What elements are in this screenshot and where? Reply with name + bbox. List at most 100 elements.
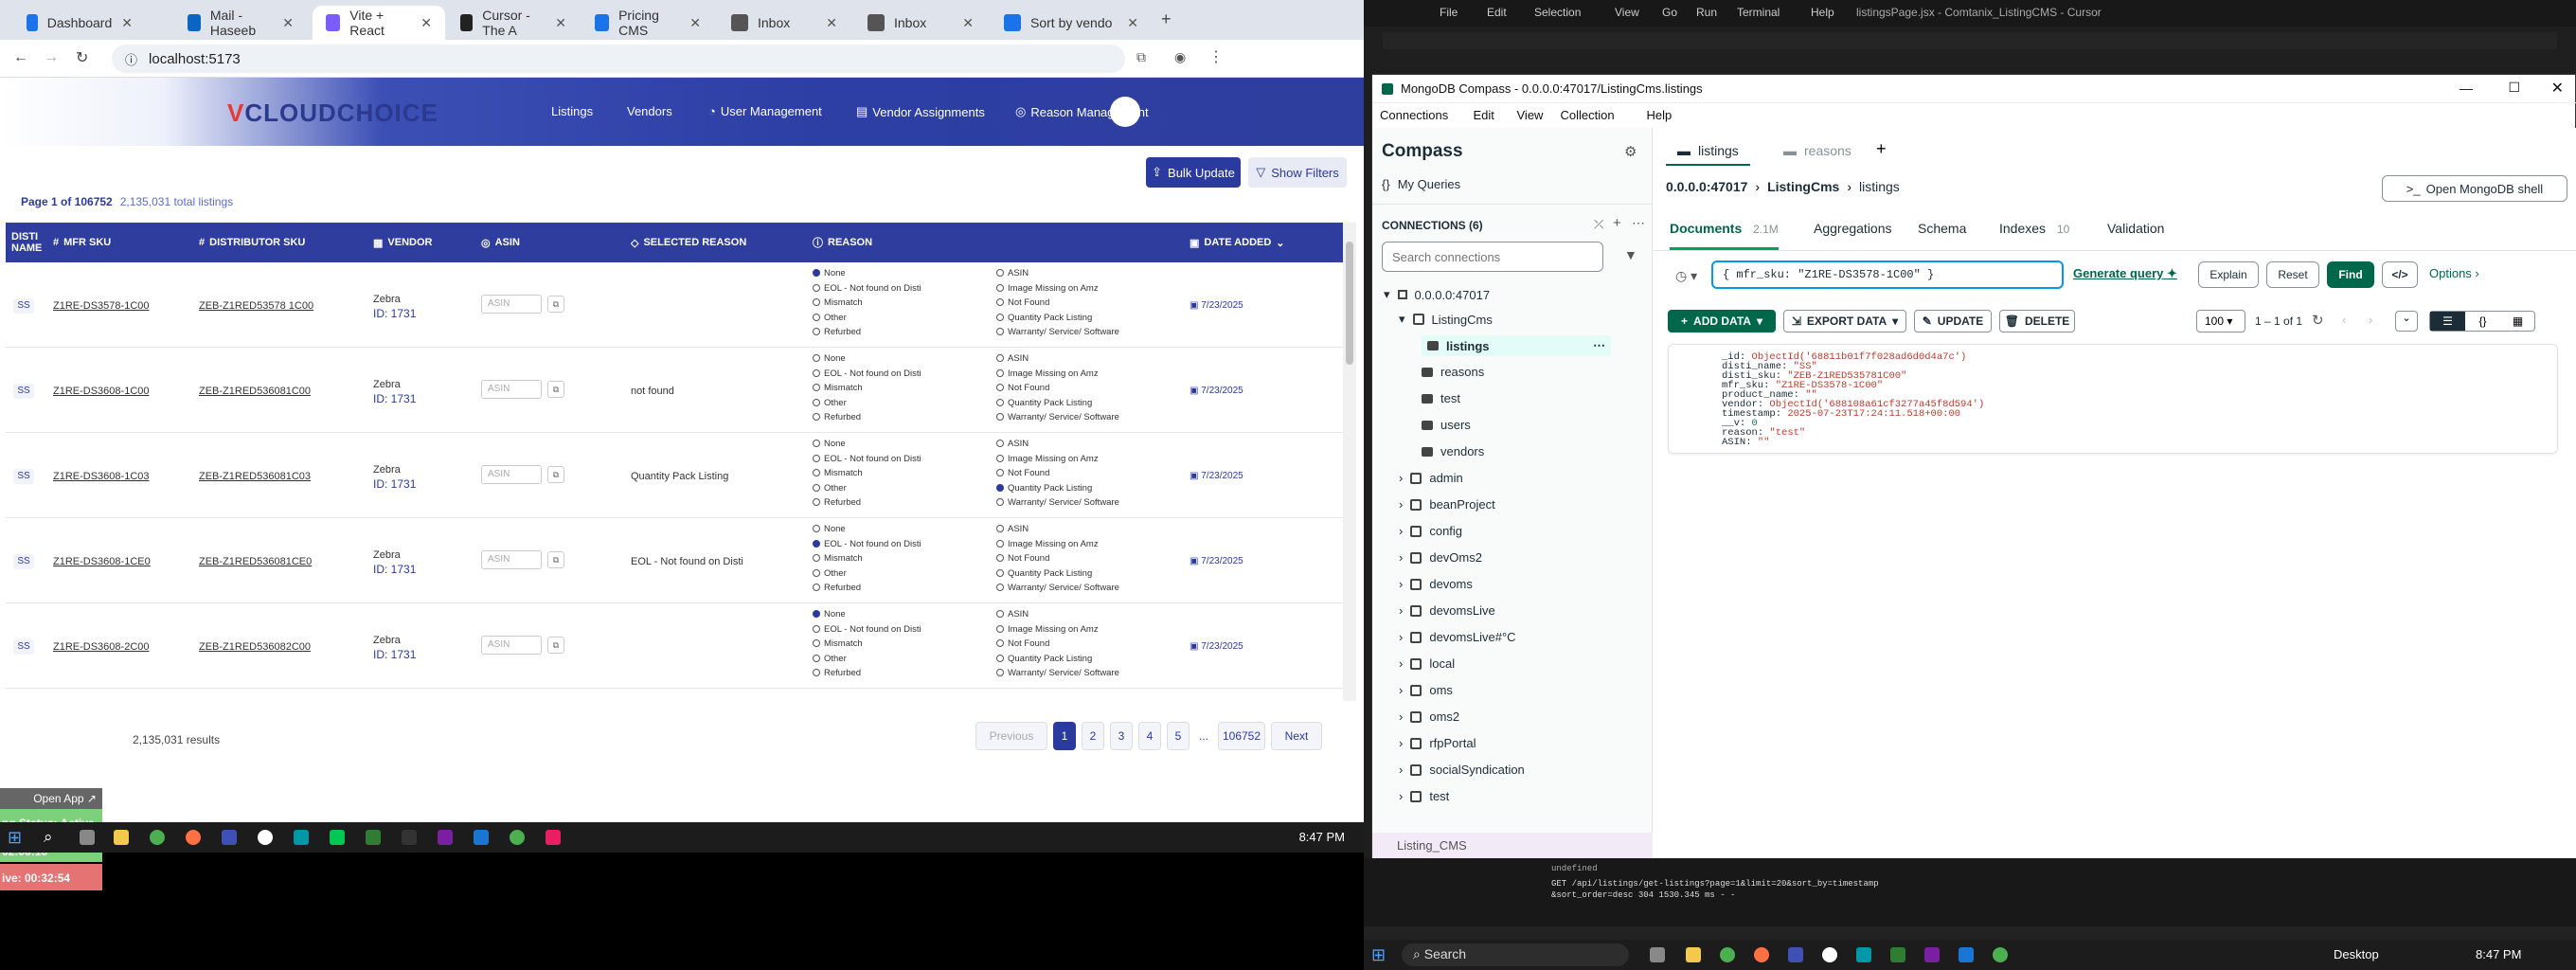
breadcrumb-host[interactable]: 0.0.0.0:47017	[1666, 179, 1747, 194]
tree-item-rfpportal[interactable]: › rfpPortal	[1399, 736, 1476, 750]
reason-option[interactable]: Warranty/ Service/ Software	[996, 410, 1119, 425]
radio-button[interactable]	[996, 313, 1004, 321]
listing-cms-connection[interactable]: Listing_CMS	[1372, 833, 1653, 859]
reason-option[interactable]: Not Found	[996, 551, 1119, 566]
json-view-icon[interactable]: {}	[2465, 312, 2500, 331]
reason-option[interactable]: Not Found	[996, 296, 1119, 311]
reason-option[interactable]: None	[813, 266, 921, 281]
subtab-indexes[interactable]: Indexes 10	[1999, 221, 2069, 236]
subtab-aggregations[interactable]: Aggregations	[1814, 221, 1892, 236]
radio-button[interactable]	[996, 454, 1004, 462]
chevron-right-icon[interactable]: ›	[1399, 471, 1403, 485]
radio-button[interactable]	[813, 354, 820, 362]
reason-option[interactable]: Not Found	[996, 466, 1119, 481]
radio-button[interactable]	[813, 413, 820, 422]
reason-option[interactable]: Image Missing on Amz	[996, 537, 1119, 552]
reason-option[interactable]: Warranty/ Service/ Software	[996, 325, 1119, 340]
col-mfr-sku[interactable]: # MFR SKU	[53, 223, 111, 262]
reason-option[interactable]: Refurbed	[813, 495, 921, 511]
copy-icon[interactable]: ⧉	[547, 381, 564, 398]
cursor-icon[interactable]	[1822, 947, 1837, 962]
minimize-icon[interactable]: —	[2460, 81, 2473, 96]
find-button[interactable]: Find	[2327, 261, 2374, 288]
reason-option[interactable]: Quantity Pack Listing	[996, 652, 1119, 667]
chevron-right-icon[interactable]: ›	[1399, 497, 1403, 512]
avatar[interactable]	[1110, 97, 1140, 127]
close-icon[interactable]: ✕	[282, 15, 294, 31]
explain-button[interactable]: Explain	[2198, 261, 2259, 288]
radio-button[interactable]	[996, 440, 1004, 447]
reason-option[interactable]: EOL - Not found on Disti	[813, 622, 921, 638]
radio-button[interactable]	[813, 454, 820, 462]
app-icon[interactable]	[546, 830, 561, 845]
collapse-icon[interactable]: ⤫	[1594, 217, 1603, 232]
asin-input[interactable]: ASIN	[481, 636, 542, 655]
mfr-sku-link[interactable]: Z1RE-DS3608-1C03	[53, 471, 150, 482]
task-view-icon[interactable]	[1650, 947, 1665, 962]
menu-icon[interactable]: ⋮	[1208, 47, 1224, 66]
radio-button[interactable]	[996, 584, 1004, 592]
file-explorer-icon[interactable]	[1686, 947, 1701, 962]
reason-option[interactable]: Warranty/ Service/ Software	[996, 666, 1119, 681]
reason-option[interactable]: Quantity Pack Listing	[996, 311, 1119, 326]
tree-item-test[interactable]: test	[1422, 391, 1460, 405]
radio-button[interactable]	[996, 498, 1004, 507]
copy-icon[interactable]: ⧉	[547, 296, 564, 313]
chrome-icon[interactable]	[510, 830, 525, 845]
reason-option[interactable]: None	[813, 607, 921, 622]
browser-tab[interactable]: Inbox ✕	[854, 6, 987, 40]
windows-start-icon[interactable]: ⊞	[8, 828, 22, 848]
radio-button[interactable]	[996, 654, 1004, 662]
open-app-button[interactable]: Open App ↗	[0, 788, 102, 809]
browser-tab[interactable]: Sort by vendo ✕	[991, 6, 1152, 40]
cursor-menu-item[interactable]: Edit	[1487, 6, 1507, 19]
mfr-sku-link[interactable]: Z1RE-DS3578-1C00	[53, 300, 150, 312]
next-page-icon[interactable]: ›	[2369, 313, 2372, 327]
close-icon[interactable]: ✕	[420, 15, 432, 31]
reason-option[interactable]: Other	[813, 481, 921, 496]
radio-button[interactable]	[996, 398, 1004, 406]
new-tab-icon[interactable]: +	[1161, 9, 1172, 29]
cursor-menu-item[interactable]: Selection	[1534, 6, 1581, 19]
radio-button[interactable]	[996, 639, 1004, 648]
reason-option[interactable]: Image Missing on Amz	[996, 281, 1119, 296]
chevron-right-icon[interactable]: ›	[1399, 763, 1403, 777]
radio-button[interactable]	[996, 384, 1004, 392]
open-shell-button[interactable]: >_ Open MongoDB shell	[2382, 175, 2567, 202]
site-info-icon[interactable]: ⓘ	[125, 50, 137, 68]
query-history-icon[interactable]: ◷ ▾	[1675, 268, 1697, 284]
reason-option[interactable]: Quantity Pack Listing	[996, 481, 1119, 496]
reset-button[interactable]: Reset	[2266, 261, 2319, 288]
chevron-right-icon[interactable]: ›	[1399, 577, 1403, 591]
vscode-icon[interactable]	[474, 830, 489, 845]
close-icon[interactable]: ✕	[2551, 79, 2564, 98]
reason-option[interactable]: None	[813, 522, 921, 537]
copy-icon[interactable]: ⧉	[547, 551, 564, 568]
reason-option[interactable]: Refurbed	[813, 410, 921, 425]
windows-start-icon[interactable]: ⊞	[1371, 945, 1386, 965]
table-scrollbar[interactable]	[1343, 223, 1356, 701]
tree-item-devoms[interactable]: › devoms	[1399, 577, 1473, 591]
radio-button[interactable]	[813, 554, 820, 563]
reason-option[interactable]: Warranty/ Service/ Software	[996, 581, 1119, 596]
cursor-menu-item[interactable]: Terminal	[1737, 6, 1780, 19]
reason-option[interactable]: Warranty/ Service/ Software	[996, 495, 1119, 511]
radio-button[interactable]	[996, 539, 1004, 548]
radio-button[interactable]	[813, 298, 820, 307]
close-icon[interactable]: ✕	[1127, 15, 1138, 31]
distributor-sku-link[interactable]: ZEB-Z1RED536082C00	[199, 641, 311, 653]
browser-tab[interactable]: Mail - Haseeb ✕	[174, 6, 307, 40]
reason-option[interactable]: Image Missing on Amz	[996, 367, 1119, 382]
reason-option[interactable]: Refurbed	[813, 581, 921, 596]
compass-menu-item[interactable]: View	[1517, 108, 1544, 122]
compass-menu-item[interactable]: Help	[1647, 108, 1673, 122]
reason-option[interactable]: Image Missing on Amz	[996, 452, 1119, 467]
radio-button[interactable]	[813, 498, 820, 507]
cursor-menu-item[interactable]: View	[1615, 6, 1639, 19]
reason-option[interactable]: Refurbed	[813, 325, 921, 340]
file-explorer-icon[interactable]	[114, 830, 129, 845]
radio-button[interactable]	[813, 654, 820, 662]
radio-button[interactable]	[996, 610, 1004, 618]
tree-item-reasons[interactable]: reasons	[1422, 365, 1484, 379]
page-button[interactable]: 3	[1110, 722, 1133, 750]
